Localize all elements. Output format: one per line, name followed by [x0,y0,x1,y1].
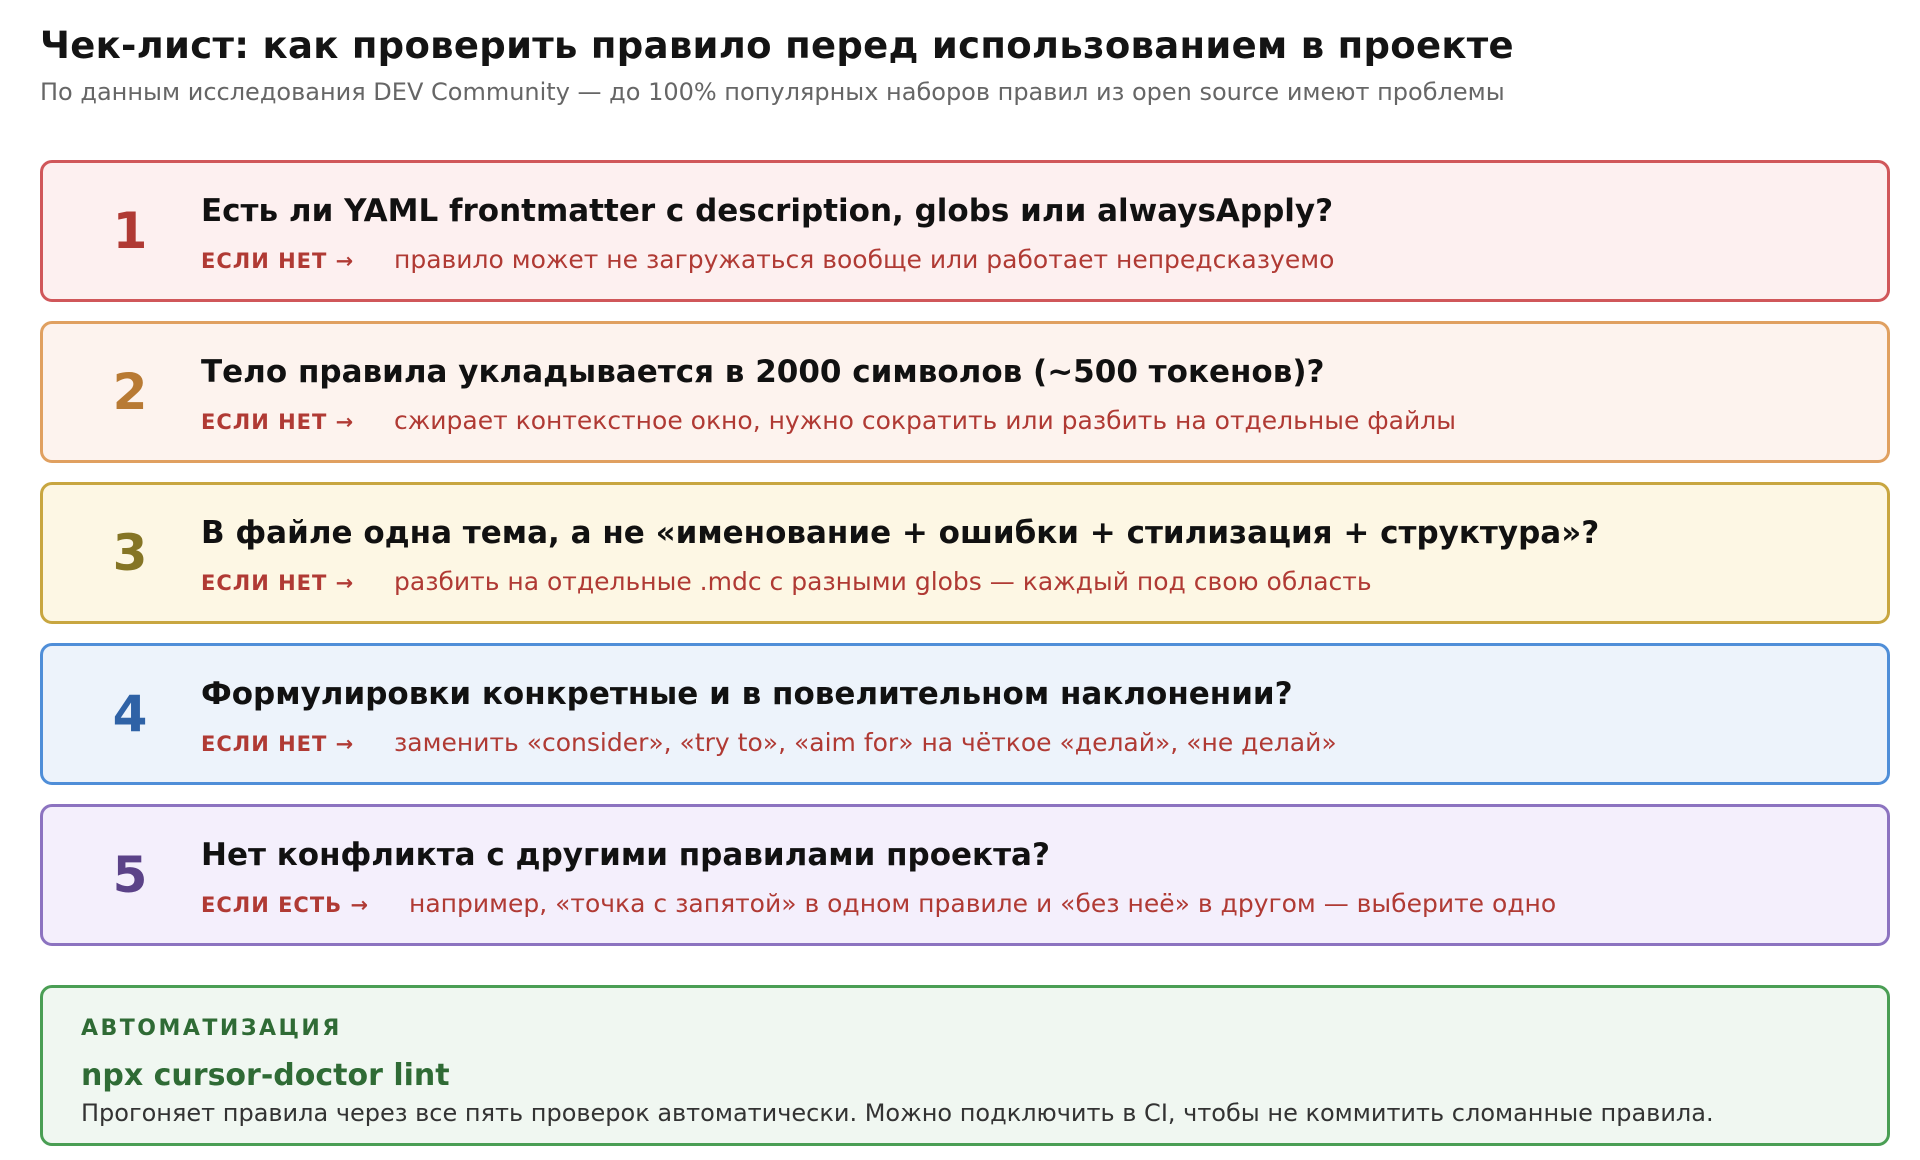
item-condition-label: ЕСЛИ НЕТ → [201,249,355,273]
checklist-item-2: 2 Тело правила укладывается в 2000 симво… [40,321,1890,463]
page-subtitle: По данным исследования DEV Community — д… [40,78,1505,106]
item-question: Есть ли YAML frontmatter с description, … [201,193,1334,229]
automation-command: npx cursor-doctor lint [81,1058,450,1093]
item-number: 5 [112,846,148,904]
item-number: 4 [112,685,148,743]
item-condition-label: ЕСЛИ ЕСТЬ → [201,893,370,917]
item-consequence: например, «точка с запятой» в одном прав… [409,889,1557,918]
automation-panel: АВТОМАТИЗАЦИЯ npx cursor-doctor lint Про… [40,985,1890,1146]
item-question: Нет конфликта с другими правилами проект… [201,837,1050,873]
checklist-item-5: 5 Нет конфликта с другими правилами прое… [40,804,1890,946]
item-consequence: заменить «consider», «try to», «aim for»… [394,728,1337,757]
checklist-page: Чек-лист: как проверить правило перед ис… [0,0,1920,1160]
automation-description: Прогоняет правила через все пять проверо… [81,1099,1714,1127]
item-consequence: разбить на отдельные .mdc с разными glob… [394,567,1372,596]
checklist-item-1: 1 Есть ли YAML frontmatter с description… [40,160,1890,302]
item-question: Формулировки конкретные и в повелительно… [201,676,1293,712]
item-condition-label: ЕСЛИ НЕТ → [201,410,355,434]
item-condition-label: ЕСЛИ НЕТ → [201,732,355,756]
checklist-item-4: 4 Формулировки конкретные и в повелитель… [40,643,1890,785]
automation-label: АВТОМАТИЗАЦИЯ [81,1016,342,1041]
item-number: 2 [112,363,148,421]
page-title: Чек-лист: как проверить правило перед ис… [40,24,1514,67]
checklist-item-3: 3 В файле одна тема, а не «именование + … [40,482,1890,624]
item-condition-label: ЕСЛИ НЕТ → [201,571,355,595]
item-number: 3 [112,524,148,582]
item-number: 1 [112,202,148,260]
checklist: 1 Есть ли YAML frontmatter с description… [40,160,1890,965]
item-consequence: сжирает контекстное окно, нужно сократит… [394,406,1456,435]
item-consequence: правило может не загружаться вообще или … [394,245,1335,274]
item-question: В файле одна тема, а не «именование + ош… [201,515,1600,551]
item-question: Тело правила укладывается в 2000 символо… [201,354,1325,390]
